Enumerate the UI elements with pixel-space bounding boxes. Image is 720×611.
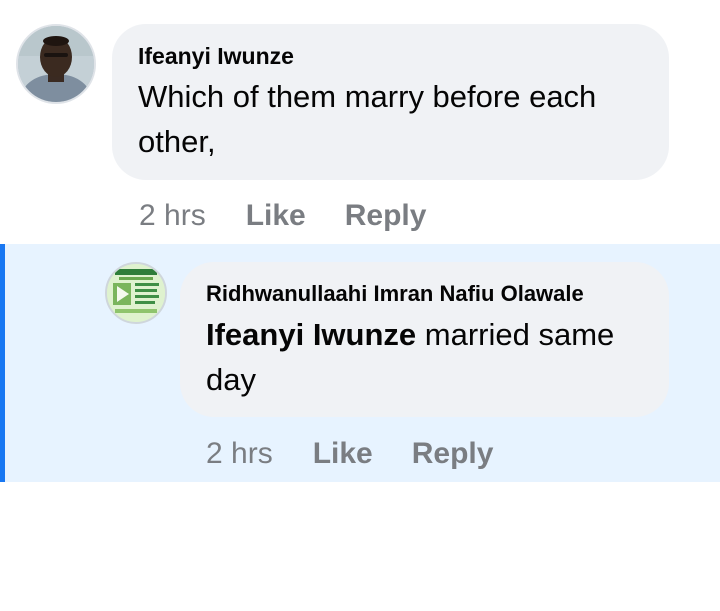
reply-text: Ifeanyi Iwunze married same day <box>206 312 643 402</box>
comment-bubble: Ifeanyi Iwunze Which of them marry befor… <box>112 24 669 180</box>
avatar[interactable] <box>16 24 96 104</box>
like-button[interactable]: Like <box>246 196 306 236</box>
reply-button[interactable]: Reply <box>412 434 494 474</box>
comment-text: Which of them marry before each other, <box>138 79 597 159</box>
comment-author[interactable]: Ifeanyi Iwunze <box>138 42 643 70</box>
like-button[interactable]: Like <box>313 434 373 474</box>
reply-timestamp[interactable]: 2 hrs <box>206 434 273 474</box>
page-logo-icon <box>107 264 165 322</box>
reply-button[interactable]: Reply <box>345 196 427 236</box>
comment-actions: 2 hrs Like Reply <box>139 196 465 236</box>
reply-actions: 2 hrs Like Reply <box>206 434 532 474</box>
reply-bubble: Ridhwanullaahi Imran Nafiu Olawale Ifean… <box>180 262 669 417</box>
reply-comment: Ridhwanullaahi Imran Nafiu Olawale Ifean… <box>0 244 720 482</box>
highlight-bar <box>0 244 5 482</box>
reply-author[interactable]: Ridhwanullaahi Imran Nafiu Olawale <box>206 280 643 308</box>
comment-timestamp[interactable]: 2 hrs <box>139 196 206 236</box>
mention-link[interactable]: Ifeanyi Iwunze <box>206 317 416 352</box>
user-photo-icon <box>18 26 94 102</box>
avatar[interactable] <box>105 262 167 324</box>
comment-thread: Ifeanyi Iwunze Which of them marry befor… <box>0 0 720 611</box>
